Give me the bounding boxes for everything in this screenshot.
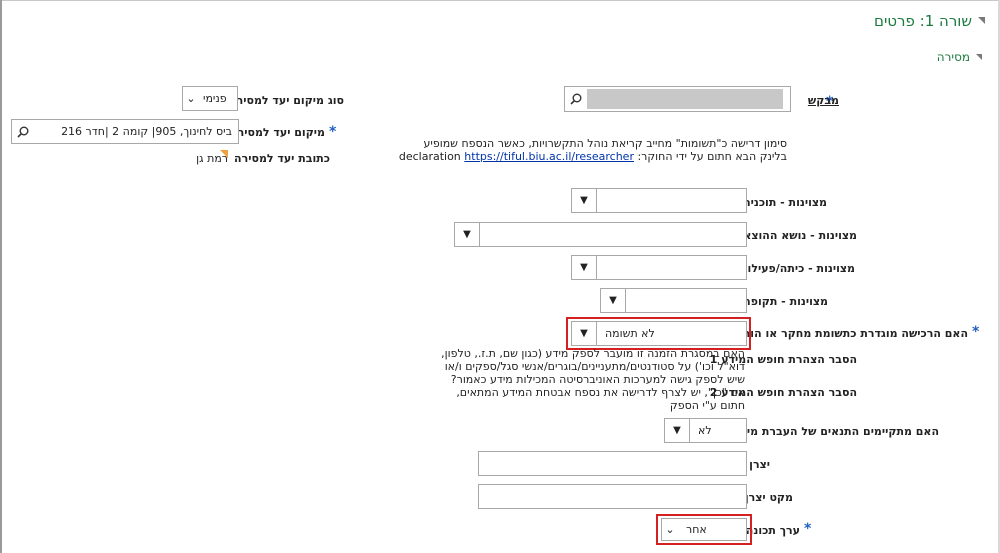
note-line-1: סימון דרישה כ"תשומות" מחייב קריאת נוהל ה… [423,137,787,150]
excellence-period-select[interactable]: ▼ [600,288,747,313]
required-marker: * [329,124,337,140]
caret-down-icon[interactable]: ▼ [572,189,597,212]
excellence-expense-select[interactable]: ▼ [454,222,747,247]
privacy-explanation-2-text: שיש לספק גישה למערכות האוניברסיטה המכילו… [450,373,745,412]
select-value [626,289,746,312]
sub-section-title: מסירה [936,50,970,64]
select-value: לא [698,424,712,437]
delivery-location-field[interactable]: ביס לחינוך, 905| קומה 2 |חדר 216 [11,119,239,144]
delivery-location-label: מיקום יעד למסירה [230,126,325,139]
redacted-value [587,89,783,109]
select-value: פנימי [203,92,227,105]
info-transfer-label: האם מתקיימים התנאים של העברת מידע? [726,425,939,438]
research-input-note: סימון דרישה כ"תשומות" מחייב קריאת נוהל ה… [399,137,787,163]
delivery-location-type-select[interactable]: פנימי ⌄ [182,86,238,111]
select-value [597,189,746,212]
caret-down-icon[interactable]: ▼ [455,223,480,246]
privacy-explanation-1-text: האם במסגרת הזמנה זו מועבר לספק מידע (כגו… [441,347,745,373]
select-value: לא תשומה [605,327,655,340]
chevron-down-icon[interactable]: ⌄ [183,87,199,110]
search-icon[interactable] [565,93,587,105]
caret-down-icon[interactable]: ▼ [572,256,597,279]
delivery-location-value: ביס לחינוך, 905| קומה 2 |חדר 216 [61,125,232,138]
chevron-down-icon[interactable]: ⌄ [662,519,678,540]
manufacturer-label: יצרן [749,458,770,471]
collapse-triangle-icon[interactable] [978,17,985,24]
caret-down-icon[interactable]: ▼ [665,419,690,442]
select-value [597,256,746,279]
researcher-declaration-link[interactable]: https://tiful.biu.ac.il/researcher [464,150,634,163]
attribute-value-label: ערך תכונה [745,524,800,537]
select-value [480,223,746,246]
collapse-triangle-icon[interactable] [976,54,982,60]
requester-label: מבקש [807,94,839,107]
excellence-class-select[interactable]: ▼ [571,255,747,280]
delivery-address-label: כתובת יעד למסירה [234,152,330,165]
research-input-label: האם הרכישה מוגדרת כתשומת מחקר או הוראה? [721,327,968,340]
manufacturer-sku-input[interactable] [478,484,747,509]
section-title: שורה 1: פרטים [874,12,972,30]
manufacturer-input[interactable] [478,451,747,476]
delivery-location-type-label: סוג מיקום יעד למסירה [229,94,344,107]
required-marker: * [804,521,812,537]
excellence-expense-label: מצוינות - נושא ההוצאה [735,229,857,242]
search-icon[interactable] [12,126,34,138]
delivery-address-value: רמת גן [196,152,228,165]
window-border-left [0,0,2,553]
research-input-select[interactable]: ▼ לא תשומה [571,321,747,346]
manufacturer-sku-label: מקט יצרן [744,491,793,504]
select-value: אחר [686,523,707,536]
caret-down-icon[interactable]: ▼ [601,289,626,312]
window-border-top [0,0,1000,1]
excellence-class-label: מצוינות - כיתה/פעילות [740,262,855,275]
requester-field[interactable] [564,86,791,112]
required-marker: * [972,324,980,340]
excellence-period-label: מצוינות - תקופה [743,295,828,308]
attribute-value-select[interactable]: ⌄ אחר [661,518,747,541]
caret-down-icon[interactable]: ▼ [572,322,597,345]
excellence-program-label: מצוינות - תוכנית [743,196,827,209]
info-transfer-select[interactable]: ▼ לא [664,418,747,443]
excellence-program-select[interactable]: ▼ [571,188,747,213]
